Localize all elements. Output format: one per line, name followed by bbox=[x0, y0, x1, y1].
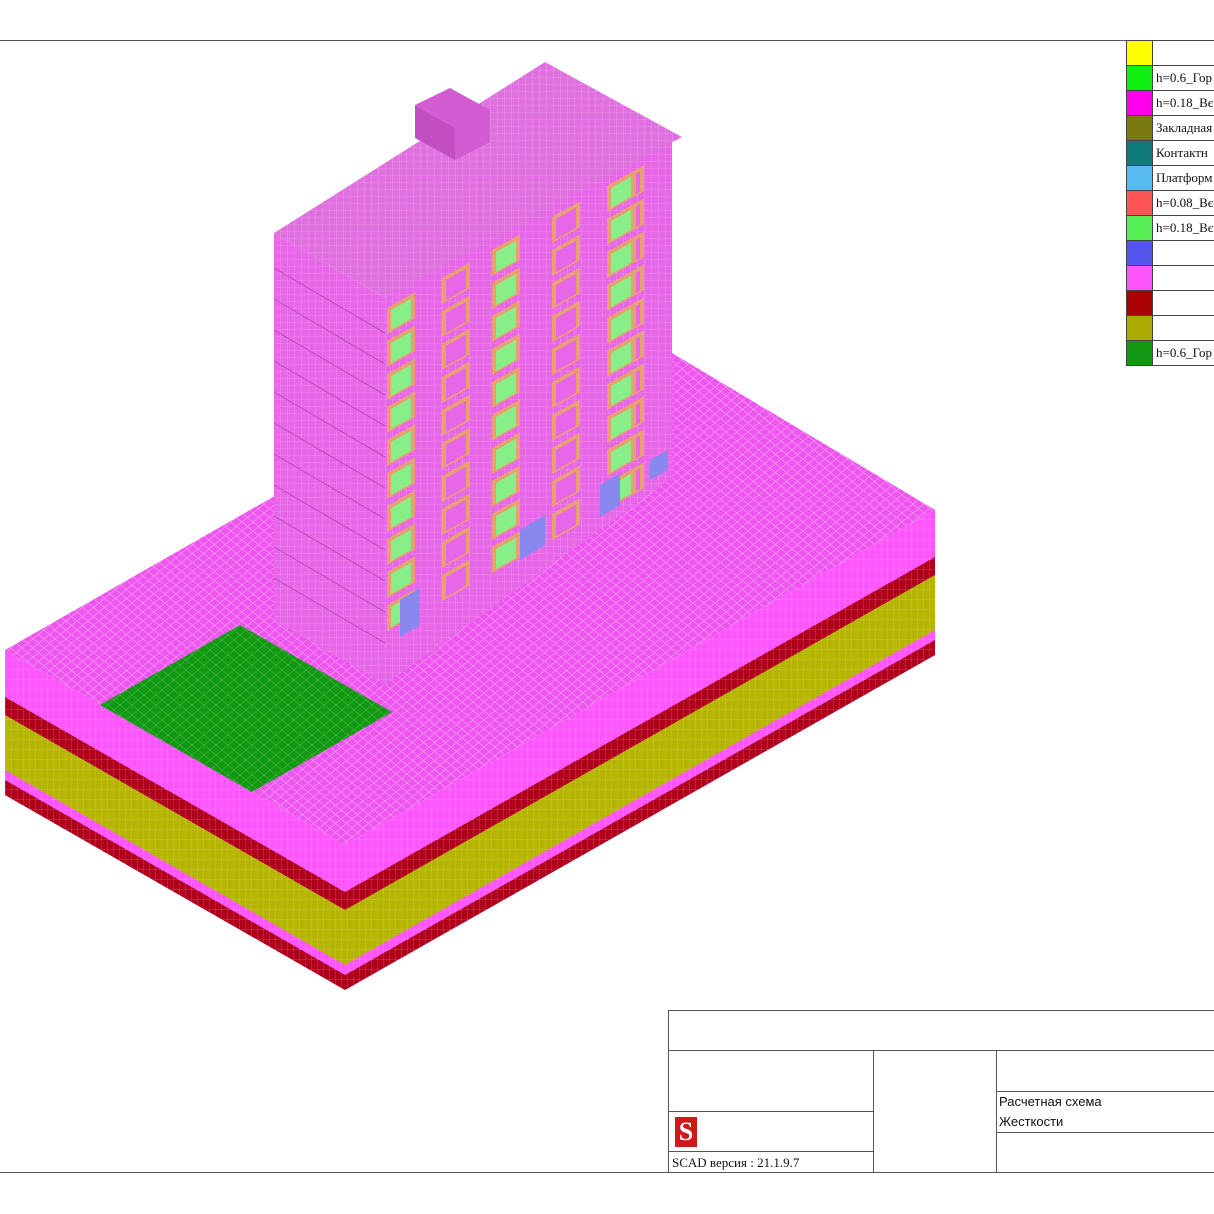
scheme-subtitle: Жесткости bbox=[999, 1114, 1064, 1129]
legend-label: h=0.18_Вє bbox=[1156, 95, 1214, 110]
legend-swatch bbox=[1127, 216, 1153, 240]
legend-swatch bbox=[1127, 66, 1153, 90]
scad-version: SCAD версия : 21.1.9.7 bbox=[672, 1155, 800, 1170]
legend-row bbox=[1127, 241, 1214, 266]
window-glass bbox=[636, 171, 640, 194]
legend-swatch bbox=[1127, 91, 1153, 115]
window-glass bbox=[636, 435, 640, 458]
legend-label: h=0.08_Вє bbox=[1156, 195, 1214, 210]
legend-row bbox=[1127, 41, 1214, 66]
legend-row bbox=[1127, 316, 1214, 341]
legend-label: h=0.6_Гор bbox=[1156, 70, 1212, 85]
legend-swatch bbox=[1127, 291, 1153, 315]
legend-swatch bbox=[1127, 341, 1153, 365]
legend-swatch bbox=[1127, 116, 1153, 140]
title-block-vline-2 bbox=[996, 1050, 997, 1172]
legend-label: Закладная bbox=[1156, 120, 1213, 135]
title-block-hline-1 bbox=[668, 1050, 1214, 1051]
legend-swatch bbox=[1127, 241, 1153, 265]
title-block-vline-1 bbox=[873, 1050, 874, 1172]
legend-row bbox=[1127, 266, 1214, 291]
legend-row: h=0.18_Вє bbox=[1127, 216, 1214, 241]
legend-row: h=0.18_Вє bbox=[1127, 91, 1214, 116]
legend-row bbox=[1127, 291, 1214, 316]
legend-row: h=0.6_Гор bbox=[1127, 341, 1214, 366]
legend-label: h=0.6_Гор bbox=[1156, 345, 1212, 360]
legend-label: Платформ bbox=[1156, 170, 1213, 185]
window-glass bbox=[636, 468, 640, 491]
window-glass bbox=[636, 204, 640, 227]
legend-row: h=0.08_Вє bbox=[1127, 191, 1214, 216]
title-block-hline-2 bbox=[668, 1111, 873, 1112]
window-glass bbox=[636, 336, 640, 359]
legend-label: Контактн bbox=[1156, 145, 1208, 160]
legend-row: Платформ bbox=[1127, 166, 1214, 191]
legend-label: h=0.18_Вє bbox=[1156, 220, 1214, 235]
legend-swatch bbox=[1127, 266, 1153, 290]
window-glass bbox=[636, 270, 640, 293]
scad-logo-icon: S bbox=[675, 1117, 697, 1147]
title-block-hline-3 bbox=[668, 1151, 873, 1152]
legend-swatch bbox=[1127, 141, 1153, 165]
window-glass bbox=[636, 369, 640, 392]
title-block-hline-4 bbox=[996, 1091, 1214, 1092]
legend-row: Закладная bbox=[1127, 116, 1214, 141]
scheme-title: Расчетная схема bbox=[999, 1094, 1102, 1109]
legend-row: Контактн bbox=[1127, 141, 1214, 166]
legend-swatch bbox=[1127, 166, 1153, 190]
title-block-hline-5 bbox=[996, 1132, 1214, 1133]
window-glass bbox=[636, 402, 640, 425]
legend-row: h=0.6_Гор bbox=[1127, 66, 1214, 91]
stiffness-legend: h=0.6_Гор h=0.18_Вє Закладная Контактн Платф… bbox=[1126, 40, 1214, 366]
legend-swatch bbox=[1127, 316, 1153, 340]
window-glass bbox=[636, 303, 640, 326]
legend-swatch bbox=[1127, 191, 1153, 215]
window-glass bbox=[636, 237, 640, 260]
legend-swatch bbox=[1127, 41, 1153, 65]
